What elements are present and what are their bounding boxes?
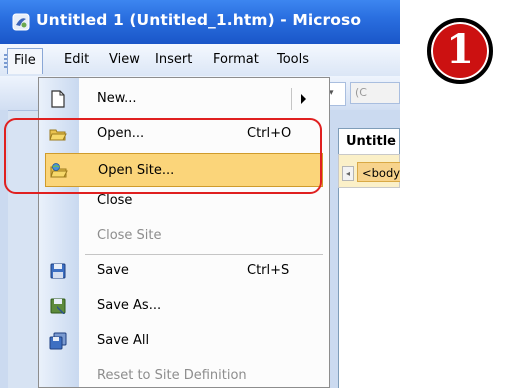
menu-file[interactable]: File bbox=[7, 48, 43, 74]
menu-item-label: Close Site bbox=[97, 228, 162, 243]
document-canvas[interactable] bbox=[338, 188, 400, 388]
document-tab[interactable]: Untitle bbox=[338, 128, 400, 154]
step-number-badge: 1 bbox=[427, 18, 493, 84]
title-bar: Untitled 1 (Untitled_1.htm) - Microso bbox=[0, 0, 400, 44]
menu-item-label: Save bbox=[97, 263, 129, 278]
menu-item-save-as[interactable]: Save As... bbox=[39, 289, 329, 323]
menu-item-label: New... bbox=[97, 91, 137, 106]
menu-item-save[interactable]: Save Ctrl+S bbox=[39, 254, 329, 288]
menu-insert[interactable]: Insert bbox=[155, 52, 192, 67]
menu-edit[interactable]: Edit bbox=[64, 52, 89, 67]
save-as-icon bbox=[50, 298, 66, 314]
menu-view[interactable]: View bbox=[109, 52, 140, 67]
highlight-annotation bbox=[4, 118, 322, 194]
tag-nav-left-icon[interactable]: ◂ bbox=[342, 166, 354, 181]
divider bbox=[291, 88, 292, 110]
menu-item-label: Reset to Site Definition bbox=[97, 368, 247, 383]
menu-item-label: Close bbox=[97, 193, 133, 208]
menu-item-save-all[interactable]: Save All bbox=[39, 324, 329, 358]
menu-bar: File Edit View Insert Format Tools bbox=[0, 44, 400, 77]
font-combo[interactable]: (C bbox=[350, 82, 400, 104]
menu-item-label: Save All bbox=[97, 333, 150, 348]
new-page-icon bbox=[51, 90, 65, 108]
app-icon bbox=[12, 13, 30, 31]
menu-tools[interactable]: Tools bbox=[277, 52, 309, 67]
menu-item-reset-to-site-definition[interactable]: Reset to Site Definition bbox=[39, 359, 329, 388]
save-icon bbox=[50, 263, 66, 279]
save-all-icon bbox=[49, 332, 67, 350]
menu-item-close-site[interactable]: Close Site bbox=[39, 219, 329, 253]
window-title: Untitled 1 (Untitled_1.htm) - Microso bbox=[36, 11, 362, 29]
menu-item-new[interactable]: New... bbox=[39, 82, 329, 116]
submenu-arrow-icon bbox=[301, 94, 306, 104]
menu-item-shortcut: Ctrl+S bbox=[247, 263, 290, 278]
sharepoint-designer-window: Untitled 1 (Untitled_1.htm) - Microso Fi… bbox=[0, 0, 400, 388]
body-tag-chip[interactable]: <body bbox=[357, 162, 400, 182]
menu-format[interactable]: Format bbox=[213, 52, 259, 67]
menu-item-label: Save As... bbox=[97, 298, 162, 313]
step-number: 1 bbox=[446, 26, 474, 73]
